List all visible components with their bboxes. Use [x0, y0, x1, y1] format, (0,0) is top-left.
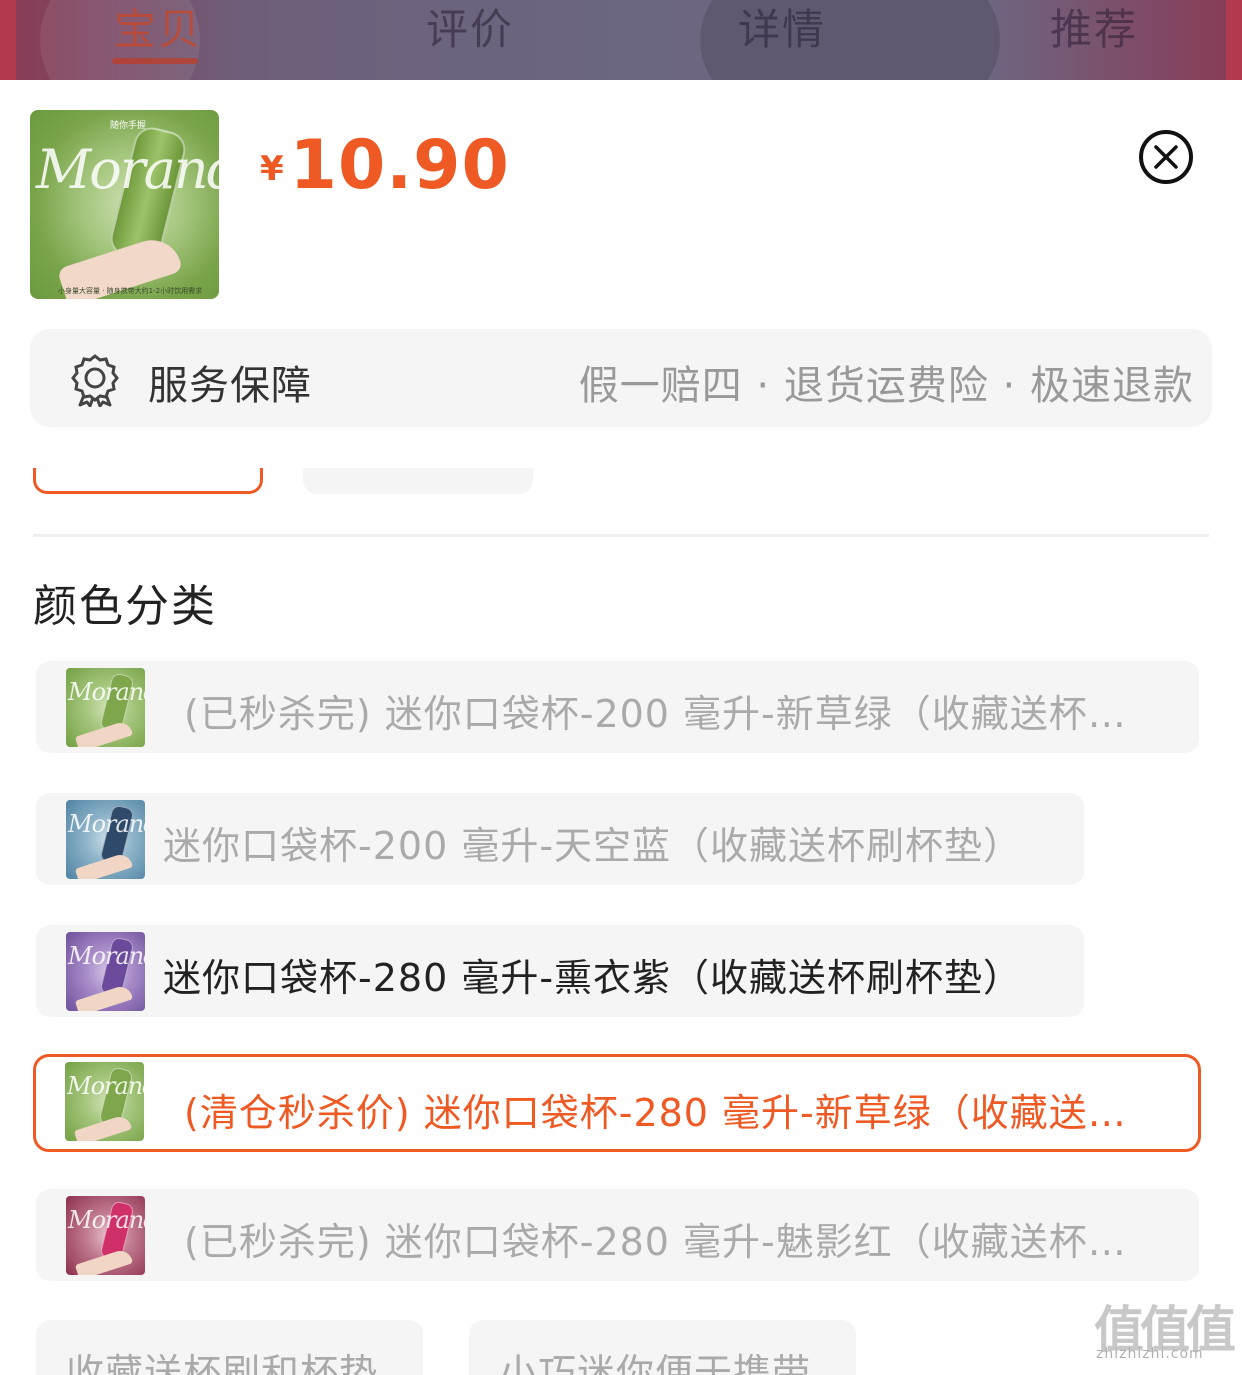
sku-thumbnail: Morandi	[66, 668, 145, 747]
sku-option[interactable]: Morandi (已秒杀完) 迷你口袋杯-280 毫升-魅影红（收藏送杯…	[36, 1189, 1199, 1281]
tab-details[interactable]: 详情	[738, 0, 826, 57]
price: ¥10.90	[260, 126, 510, 205]
service-label: 服务保障	[148, 363, 312, 409]
price-amount: 10.90	[289, 126, 510, 205]
sku-option-label: 迷你口袋杯-280 毫升-熏衣紫（收藏送杯刷杯垫）	[163, 956, 1023, 1000]
option-chip-label: 小巧迷你便于携带	[499, 1351, 812, 1375]
sku-option[interactable]: Morandi 迷你口袋杯-280 毫升-熏衣紫（收藏送杯刷杯垫）	[36, 925, 1084, 1017]
sku-option-label: (已秒杀完) 迷你口袋杯-200 毫升-新草绿（收藏送杯…	[184, 692, 1127, 736]
sku-thumbnail: Morandi	[65, 1062, 144, 1141]
sku-option-selected[interactable]: Morandi (清仓秒杀价) 迷你口袋杯-280 毫升-新草绿（收藏送…	[33, 1054, 1201, 1152]
section-title: 颜色分类	[33, 581, 217, 632]
sku-thumbnail: Morandi	[66, 932, 145, 1011]
tab-reviews[interactable]: 评价	[426, 0, 514, 57]
close-icon	[1154, 145, 1178, 169]
sku-selector-page: 宝贝 评价 详情 推荐 随你手握 Morandi 小身量大容量 · 随身携带大约…	[0, 0, 1242, 1375]
scroll-mask	[0, 428, 1242, 468]
sku-thumbnail: Morandi	[66, 800, 145, 879]
sku-option-label: (已秒杀完) 迷你口袋杯-280 毫升-魅影红（收藏送杯…	[184, 1220, 1127, 1264]
option-chip-label: 收藏送杯刷和杯垫	[66, 1351, 379, 1375]
sku-option[interactable]: Morandi (已秒杀完) 迷你口袋杯-200 毫升-新草绿（收藏送杯…	[36, 661, 1199, 753]
sku-option-label: 迷你口袋杯-200 毫升-天空蓝（收藏送杯刷杯垫）	[163, 824, 1023, 868]
watermark: 值值值 zhizhizhi.com	[1094, 1290, 1240, 1370]
currency-symbol: ¥	[260, 149, 284, 189]
sku-thumbnail: Morandi	[66, 1196, 145, 1275]
tab-active-indicator	[112, 58, 198, 64]
tab-recommend[interactable]: 推荐	[1050, 0, 1138, 57]
dimmed-header: 宝贝 评价 详情 推荐	[0, 0, 1242, 80]
watermark-url: zhizhizhi.com	[1096, 1346, 1204, 1362]
service-description: 假一赔四 · 退货运费险 · 极速退款	[578, 363, 1194, 409]
badge-icon	[71, 354, 119, 407]
option-chip[interactable]: 小巧迷你便于携带	[469, 1320, 856, 1375]
sku-option-label: (清仓秒杀价) 迷你口袋杯-280 毫升-新草绿（收藏送…	[184, 1091, 1127, 1135]
thumb-bottom-text: 小身量大容量 · 随身携带大约1-2小时饮用需求	[58, 287, 203, 295]
divider	[33, 534, 1209, 537]
close-button[interactable]	[1139, 130, 1193, 184]
thumb-top-text: 随你手握	[110, 121, 147, 131]
product-thumbnail[interactable]: 随你手握 Morandi 小身量大容量 · 随身携带大约1-2小时饮用需求	[30, 110, 219, 299]
option-chip[interactable]: 收藏送杯刷和杯垫	[36, 1320, 423, 1375]
sku-option[interactable]: Morandi 迷你口袋杯-200 毫升-天空蓝（收藏送杯刷杯垫）	[36, 793, 1084, 885]
thumb-script-text: Morandi	[36, 138, 219, 201]
tab-baobei[interactable]: 宝贝	[114, 0, 202, 57]
service-guarantee-bar[interactable]: 服务保障 假一赔四 · 退货运费险 · 极速退款	[30, 329, 1212, 427]
